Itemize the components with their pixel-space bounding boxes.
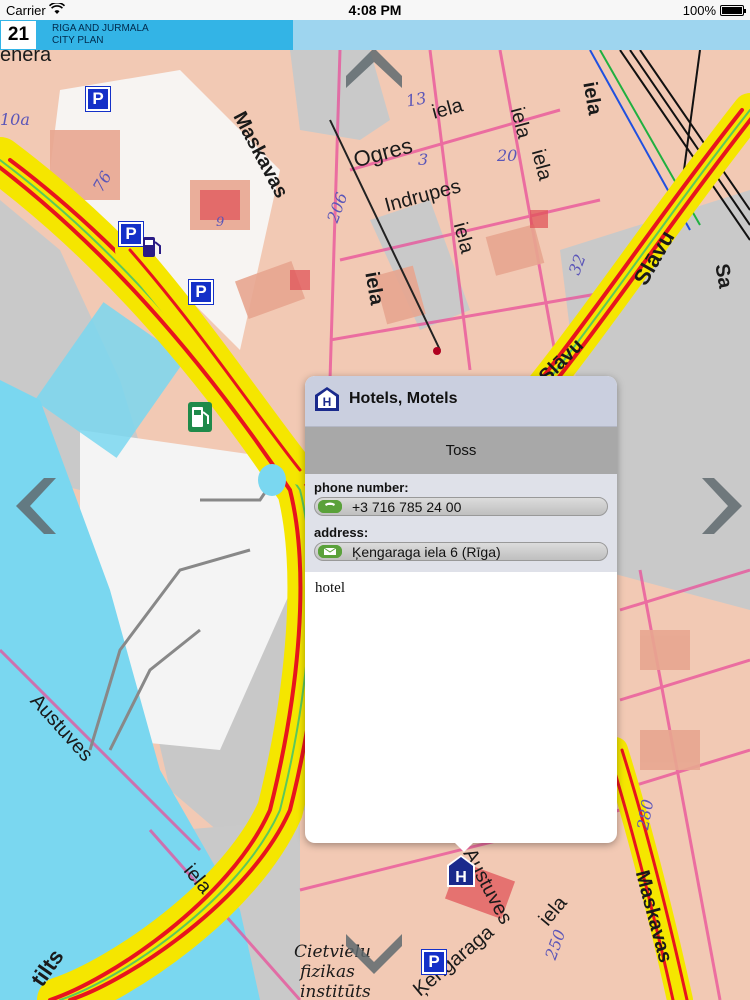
svg-text:H: H [323, 395, 332, 409]
poi-popup: H Hotels, Motels Toss phone number: +3 7… [305, 376, 617, 843]
house-number: 20 [497, 146, 518, 165]
phone-value: +3 716 785 24 00 [352, 499, 462, 515]
scroll-left-arrow[interactable] [4, 476, 64, 536]
hotel-icon: H [315, 387, 339, 411]
scroll-right-arrow[interactable] [694, 476, 750, 536]
fuel-station-icon[interactable] [141, 234, 163, 260]
house-number: 10a [0, 110, 30, 129]
fuel-station-icon[interactable] [188, 402, 212, 432]
street-label-edge: Sa [710, 262, 737, 290]
house-number: 9 [216, 215, 225, 230]
house-number: 3 [418, 150, 429, 169]
battery-percentage: 100% [682, 3, 716, 18]
popup-category-title: Hotels, Motels [349, 390, 458, 407]
street-label-enera: enera [0, 50, 52, 66]
address-field[interactable]: Ķengaraga iela 6 (Rīga) [314, 542, 608, 561]
house-number: 13 [404, 88, 428, 111]
address-label: address: [314, 525, 369, 540]
popup-pointer [453, 841, 475, 852]
popup-info-section: phone number: +3 716 785 24 00 address: … [305, 474, 617, 572]
scroll-down-arrow[interactable] [344, 926, 404, 986]
parking-icon[interactable]: P [422, 950, 446, 974]
popup-header: H Hotels, Motels [305, 376, 617, 427]
app-header: 21 RIGA AND JURMALA CITY PLAN [0, 20, 750, 50]
app-title-line1: RIGA AND JURMALA [52, 23, 149, 34]
hotel-map-marker[interactable]: H [447, 855, 475, 887]
svg-text:H: H [455, 869, 467, 886]
parking-icon[interactable]: P [189, 280, 213, 304]
envelope-icon [318, 545, 342, 558]
address-value: Ķengaraga iela 6 (Rīga) [352, 544, 501, 560]
poi-description: hotel [315, 580, 345, 596]
page-number[interactable]: 21 [1, 21, 36, 49]
title-block: 21 RIGA AND JURMALA CITY PLAN [0, 20, 293, 50]
clock: 4:08 PM [348, 2, 402, 18]
scroll-up-arrow[interactable] [344, 50, 404, 96]
parking-icon[interactable]: P [86, 87, 110, 111]
poi-name: Toss [305, 427, 617, 474]
phone-field[interactable]: +3 716 785 24 00 [314, 497, 608, 516]
parking-icon[interactable]: P [119, 222, 143, 246]
phone-label: phone number: [314, 480, 409, 495]
battery-icon [720, 5, 746, 16]
app-title-line2: CITY PLAN [52, 35, 104, 46]
status-bar: Carrier 4:08 PM 100% [0, 0, 750, 20]
phone-icon [318, 500, 342, 513]
